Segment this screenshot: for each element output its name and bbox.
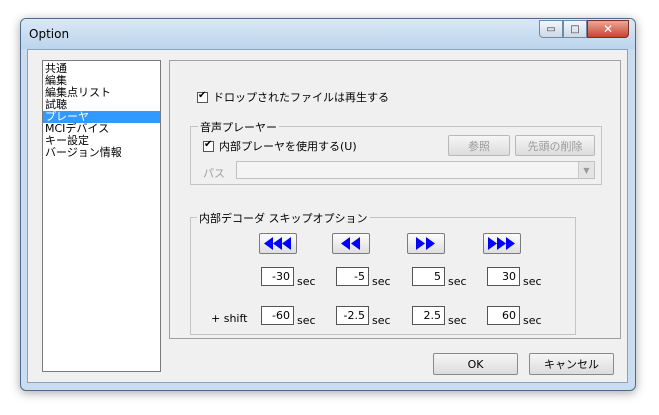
maximize-button[interactable]: □ bbox=[563, 20, 587, 38]
path-combobox[interactable]: ▼ bbox=[236, 161, 595, 179]
shift-row-label: + shift bbox=[211, 312, 248, 325]
checkmark-icon: ✔ bbox=[204, 138, 213, 150]
window-controls: ▭ □ ✕ bbox=[539, 20, 629, 39]
close-button[interactable]: ✕ bbox=[587, 20, 629, 38]
ok-button[interactable]: OK bbox=[433, 353, 518, 375]
play-dropped-checkbox[interactable]: ✔ ドロップされたファイルは再生する bbox=[197, 89, 389, 105]
dialog-body: 共通 編集 編集点リスト 試聴 プレーヤ MCIデバイス キー設定 バージョン情… bbox=[27, 49, 628, 383]
skip-back-30-field[interactable]: -30 bbox=[261, 267, 294, 286]
shift-skip-forward-2-5-field[interactable]: 2.5 bbox=[412, 306, 445, 325]
skip-forward-5-button[interactable] bbox=[407, 233, 445, 254]
shift-skip-back-2-5-field[interactable]: -2.5 bbox=[336, 306, 369, 325]
sec-unit-label: sec bbox=[448, 275, 467, 288]
forward-icon bbox=[416, 237, 435, 250]
rewind-icon bbox=[341, 237, 360, 250]
skip-back-5-button[interactable] bbox=[332, 233, 370, 254]
sec-unit-label: sec bbox=[448, 314, 467, 327]
path-label: パス bbox=[203, 167, 225, 180]
minimize-button[interactable]: ▭ bbox=[539, 20, 563, 38]
audio-player-group: 音声プレーヤー ✔ 内部プレーヤを使用する(U) 参照 先頭の削除 パス ▼ bbox=[190, 119, 602, 185]
skip-forward-5-field[interactable]: 5 bbox=[412, 267, 445, 286]
sec-unit-label: sec bbox=[297, 314, 316, 327]
sec-unit-label: sec bbox=[372, 275, 391, 288]
category-list[interactable]: 共通 編集 編集点リスト 試聴 プレーヤ MCIデバイス キー設定 バージョン情… bbox=[42, 60, 161, 372]
maximize-icon: □ bbox=[570, 23, 580, 35]
shift-skip-back-60-field[interactable]: -60 bbox=[261, 306, 294, 325]
checkmark-icon: ✔ bbox=[198, 89, 207, 101]
title-bar: Option ▭ □ ✕ bbox=[21, 19, 635, 49]
use-internal-player-label: 内部プレーヤを使用する(U) bbox=[219, 140, 357, 153]
chevron-down-icon[interactable]: ▼ bbox=[578, 162, 594, 178]
fast-forward-icon bbox=[488, 237, 515, 250]
close-icon: ✕ bbox=[602, 22, 614, 36]
window-title: Option bbox=[29, 27, 70, 41]
skip-options-group-label: 内部デコーダ スキップオプション bbox=[197, 210, 370, 226]
audio-player-group-label: 音声プレーヤー bbox=[198, 119, 279, 135]
remove-leading-button[interactable]: 先頭の削除 bbox=[515, 135, 595, 156]
minimize-icon: ▭ bbox=[546, 23, 556, 35]
use-internal-player-checkbox-box[interactable]: ✔ bbox=[203, 138, 214, 152]
category-item-version[interactable]: バージョン情報 bbox=[43, 147, 160, 159]
sec-unit-label: sec bbox=[523, 275, 542, 288]
play-dropped-label: ドロップされたファイルは再生する bbox=[213, 91, 389, 104]
skip-options-group: 内部デコーダ スキップオプション -30 sec -5 sec 5 sec 30… bbox=[190, 210, 576, 335]
fast-rewind-icon bbox=[264, 237, 291, 250]
sec-unit-label: sec bbox=[523, 314, 542, 327]
browse-button[interactable]: 参照 bbox=[448, 135, 510, 156]
skip-back-5-field[interactable]: -5 bbox=[336, 267, 369, 286]
skip-forward-30-field[interactable]: 30 bbox=[487, 267, 520, 286]
sec-unit-label: sec bbox=[297, 275, 316, 288]
cancel-button[interactable]: キャンセル bbox=[529, 353, 614, 375]
option-dialog: Option ▭ □ ✕ 共通 編集 編集点リスト 試聴 プレーヤ MCIデバイ… bbox=[20, 18, 636, 391]
sec-unit-label: sec bbox=[372, 314, 391, 327]
player-settings-panel: ✔ ドロップされたファイルは再生する 音声プレーヤー ✔ 内部プレーヤを使用する… bbox=[169, 60, 621, 339]
skip-back-30-button[interactable] bbox=[259, 233, 297, 254]
use-internal-player-checkbox[interactable]: ✔ 内部プレーヤを使用する(U) bbox=[203, 138, 357, 154]
play-dropped-checkbox-box[interactable]: ✔ bbox=[197, 89, 208, 103]
skip-forward-30-button[interactable] bbox=[483, 233, 521, 254]
shift-skip-forward-60-field[interactable]: 60 bbox=[487, 306, 520, 325]
